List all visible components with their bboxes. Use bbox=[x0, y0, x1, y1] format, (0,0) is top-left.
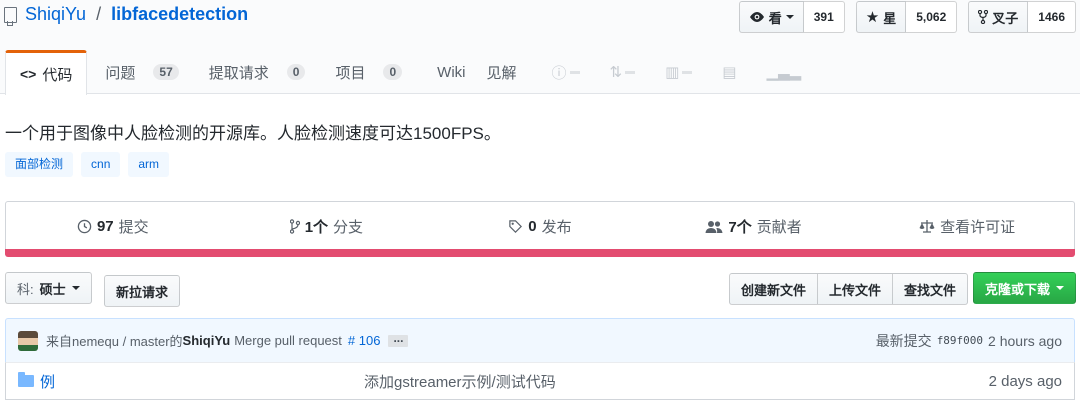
tab-issues-label: 问题 bbox=[105, 64, 136, 82]
eye-icon bbox=[749, 12, 764, 22]
commit-tease: 来自nemequ / master的 ShiqiYu Merge pull re… bbox=[5, 318, 1075, 363]
commits-link[interactable]: 97 提交 bbox=[6, 202, 220, 251]
path-separator: / bbox=[96, 4, 102, 24]
latest-commit: 最新提交 f89f000 2 hours ago bbox=[876, 331, 1062, 351]
branch-icon bbox=[289, 219, 300, 234]
issues-counter: 57 bbox=[153, 64, 179, 80]
file-actions-group: 创建新文件 上传文件 查找文件 bbox=[728, 273, 968, 305]
tab-wiki[interactable]: Wiki bbox=[417, 50, 480, 94]
branch-value: 硕士 bbox=[39, 281, 66, 297]
numbers-summary: 97 提交 1个 分支 0 发布 7个 贡献者 查看许可证 bbox=[5, 201, 1075, 251]
create-new-file-button[interactable]: 创建新文件 bbox=[728, 273, 818, 305]
releases-label: 发布 bbox=[541, 219, 572, 236]
repo-description: 一个用于图像中人脸检测的开源库。人脸检测速度可达1500FPS。 bbox=[5, 124, 501, 143]
topic-tag[interactable]: arm bbox=[128, 152, 170, 177]
language-bar[interactable] bbox=[5, 249, 1075, 257]
star-group: ★ 星 5,062 bbox=[855, 1, 958, 33]
tab-code[interactable]: <> 代码 bbox=[5, 50, 88, 95]
contributors-label: 贡献者 bbox=[756, 219, 802, 236]
tab-insights-label: 见解 bbox=[486, 64, 517, 82]
tab-pull-requests[interactable]: 提取请求 0 bbox=[194, 50, 321, 94]
latest-commit-label: 最新提交 bbox=[875, 332, 932, 349]
repo-title: ShiqiYu / libfacedetection bbox=[4, 4, 248, 26]
tag-icon bbox=[509, 220, 523, 233]
commit-message[interactable]: Merge pull request bbox=[234, 333, 342, 348]
tab-insights[interactable]: 见解 bbox=[480, 50, 531, 94]
tab-wiki-label: Wiki bbox=[437, 63, 466, 81]
history-icon bbox=[77, 219, 92, 234]
star-label: 星 bbox=[883, 10, 897, 26]
chevron-down-icon bbox=[785, 15, 794, 19]
new-pull-request-button[interactable]: 新拉请求 bbox=[104, 275, 181, 307]
releases-count: 0 bbox=[528, 218, 537, 235]
clone-label: 克隆或下载 bbox=[984, 281, 1050, 297]
branch-select-button[interactable]: 科: 硕士 bbox=[5, 272, 92, 304]
code-icon: <> bbox=[20, 66, 37, 82]
fork-group: 叉子 1466 bbox=[968, 1, 1076, 33]
find-file-button[interactable]: 查找文件 bbox=[891, 273, 968, 305]
contributors-count: 7个 bbox=[728, 219, 752, 236]
star-button[interactable]: ★ 星 bbox=[855, 1, 907, 33]
project-icon[interactable]: ▥ bbox=[650, 50, 707, 94]
issue-opened-icon[interactable]: ⓘ bbox=[532, 50, 595, 94]
commits-label: 提交 bbox=[118, 219, 149, 236]
law-icon bbox=[919, 220, 935, 233]
folder-icon bbox=[18, 372, 34, 387]
watch-count[interactable]: 391 bbox=[803, 1, 845, 33]
topics-list: 面部检测 cnn arm bbox=[5, 152, 170, 177]
contributors-link[interactable]: 7个 贡献者 bbox=[647, 202, 861, 251]
fork-label: 叉子 bbox=[992, 10, 1019, 26]
branches-label: 分支 bbox=[333, 219, 364, 236]
star-count[interactable]: 5,062 bbox=[906, 1, 958, 33]
fork-icon bbox=[978, 10, 989, 24]
commits-count: 97 bbox=[96, 218, 114, 235]
clone-or-download-button[interactable]: 克隆或下载 bbox=[972, 272, 1076, 304]
commit-age: 2 hours ago bbox=[988, 332, 1062, 349]
table-row: 例 添加gstreamer示例/测试代码 2 days ago bbox=[5, 362, 1075, 400]
projects-counter: 0 bbox=[383, 64, 403, 80]
commit-author[interactable]: ShiqiYu bbox=[183, 333, 231, 348]
pull-request-link[interactable]: # 106 bbox=[348, 333, 381, 348]
branches-link[interactable]: 1个 分支 bbox=[220, 202, 434, 251]
license-link[interactable]: 查看许可证 bbox=[860, 202, 1074, 251]
repo-owner-link[interactable]: ShiqiYu bbox=[25, 4, 86, 25]
people-icon bbox=[705, 220, 723, 233]
tab-issues[interactable]: 问题 57 bbox=[87, 50, 193, 94]
repo-nav: <> 代码 问题 57 提取请求 0 项目 0 Wiki 见解 ⓘ ⇅ ▥ ▤ … bbox=[5, 50, 816, 95]
repo-header: ShiqiYu / libfacedetection 看 391 ★ 星 5,0… bbox=[0, 0, 1080, 95]
fork-button[interactable]: 叉子 bbox=[968, 1, 1029, 33]
watch-button[interactable]: 看 bbox=[738, 1, 804, 33]
star-icon: ★ bbox=[865, 9, 880, 26]
file-commit-message[interactable]: 添加gstreamer示例/测试代码 bbox=[364, 371, 556, 392]
tab-code-label: 代码 bbox=[42, 66, 73, 84]
commit-from: 来自nemequ / master的 bbox=[46, 334, 183, 349]
book-icon[interactable]: ▤ bbox=[707, 50, 751, 94]
repo-name-link[interactable]: libfacedetection bbox=[111, 4, 248, 25]
graph-icon[interactable]: ▁▃▂ bbox=[751, 50, 816, 94]
upload-files-button[interactable]: 上传文件 bbox=[816, 273, 893, 305]
chevron-down-icon bbox=[1056, 286, 1064, 290]
tab-projects[interactable]: 项目 0 bbox=[320, 50, 417, 94]
releases-link[interactable]: 0 发布 bbox=[433, 202, 647, 251]
branches-count: 1个 bbox=[304, 219, 329, 236]
git-pull-request-icon[interactable]: ⇅ bbox=[595, 50, 651, 94]
tab-pull-requests-label: 提取请求 bbox=[208, 64, 269, 82]
watch-group: 看 391 bbox=[738, 1, 845, 33]
topic-tag[interactable]: 面部检测 bbox=[5, 152, 74, 177]
tab-projects-label: 项目 bbox=[335, 64, 366, 82]
file-name-link[interactable]: 例 bbox=[40, 371, 55, 392]
fork-count[interactable]: 1466 bbox=[1028, 1, 1076, 33]
license-label: 查看许可证 bbox=[940, 219, 1016, 236]
watch-label: 看 bbox=[768, 10, 782, 26]
commit-expander-button[interactable]: ... bbox=[388, 332, 409, 347]
repo-icon bbox=[4, 6, 17, 26]
pull-requests-counter: 0 bbox=[286, 64, 306, 80]
topic-tag[interactable]: cnn bbox=[81, 152, 121, 177]
commit-sha[interactable]: f89f000 bbox=[937, 334, 983, 347]
chevron-down-icon bbox=[71, 286, 80, 290]
avatar[interactable] bbox=[18, 330, 38, 351]
file-age: 2 days ago bbox=[988, 372, 1062, 390]
repo-actions: 看 391 ★ 星 5,062 叉子 1466 bbox=[738, 1, 1076, 33]
branch-label: 科: bbox=[17, 281, 34, 297]
